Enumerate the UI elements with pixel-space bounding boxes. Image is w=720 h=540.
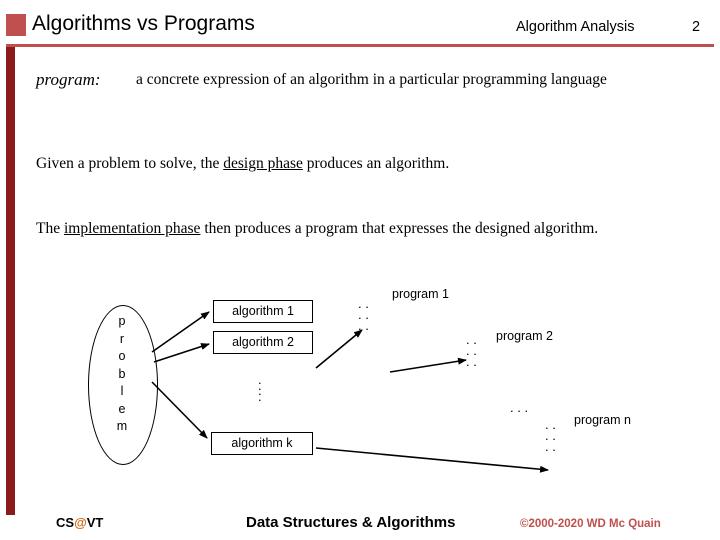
left-accent-bar [6, 47, 15, 515]
page-number: 2 [692, 19, 701, 35]
paragraph-2-post: then produces a program that expresses t… [200, 220, 599, 237]
paragraph-design-phase: Given a problem to solve, the design pha… [36, 155, 449, 173]
program-1-label: program 1 [392, 287, 449, 301]
program-n-label: program n [574, 413, 631, 427]
header-subject: Algorithm Analysis [516, 19, 635, 35]
program-n-dots: . . . . . . [545, 417, 556, 454]
paragraph-2-underlined: implementation phase [63, 220, 201, 237]
paragraph-implementation-phase: The implementation phase then produces a… [36, 220, 598, 238]
footer-logo-suffix: VT [86, 515, 104, 530]
paragraph-1-underlined: design phase [223, 155, 303, 172]
diagonal-ellipsis: . . . [510, 400, 529, 415]
program-1-dots: . . . . . . [358, 296, 369, 333]
algorithm-1-box: algorithm 1 [213, 300, 313, 323]
algorithm-k-box: algorithm k [211, 432, 313, 455]
program-2-label: program 2 [496, 329, 553, 343]
program-2-dots: . . . . . . [466, 332, 477, 369]
page-title: Algorithms vs Programs [32, 12, 255, 35]
definition-term: program: [36, 70, 101, 89]
definition-text: a concrete expression of an algorithm in… [136, 71, 607, 88]
footer-logo-prefix: CS [56, 515, 75, 530]
problem-letter: o [118, 349, 126, 363]
problem-letter: l [120, 384, 124, 398]
problem-letter: b [118, 366, 126, 381]
algorithms-ellipsis: .... [258, 372, 262, 404]
problem-letter: p [118, 314, 126, 328]
paragraph-2-pre: The [36, 220, 64, 237]
footer-copyright: ©2000-2020 WD Mc Quain [520, 518, 661, 530]
problem-label: p r o b l e m [88, 313, 156, 436]
problem-letter: r [119, 331, 125, 346]
problem-letter: e [118, 401, 126, 416]
slide: Algorithms vs Programs Algorithm Analysi… [0, 0, 720, 540]
paragraph-1-pre: Given a problem to solve, the [36, 155, 224, 172]
footer-course: Data Structures & Algorithms [246, 514, 456, 531]
algorithm-2-box: algorithm 2 [213, 331, 313, 354]
footer-logo: CS@VT [56, 515, 103, 530]
header-rule [6, 44, 714, 47]
problem-letter: m [116, 419, 128, 433]
footer-logo-at: @ [74, 515, 87, 530]
paragraph-1-post: produces an algorithm. [302, 155, 450, 172]
header-accent-square [6, 14, 26, 36]
